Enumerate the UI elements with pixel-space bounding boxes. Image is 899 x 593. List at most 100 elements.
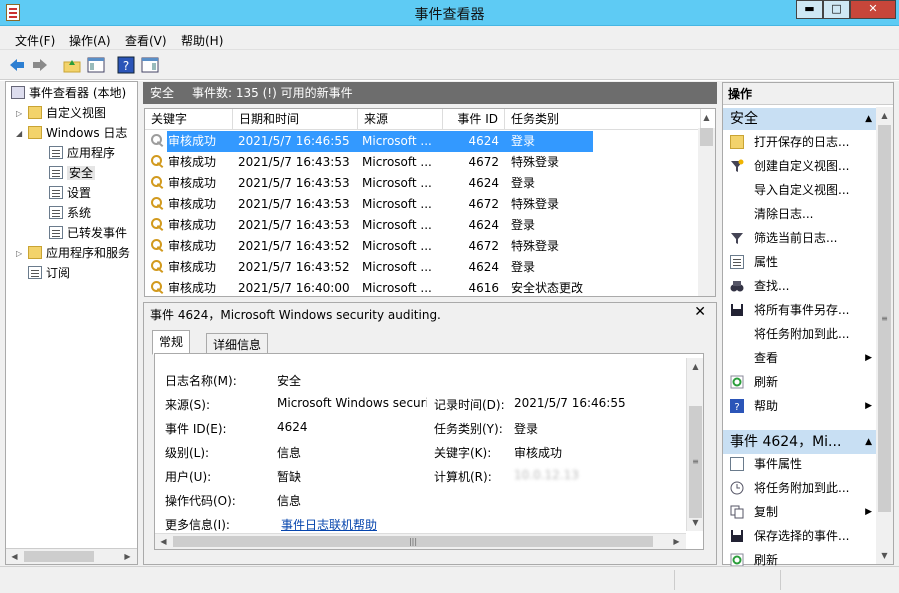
menu-action[interactable]: 操作(A): [69, 32, 111, 49]
collapse-arrow-icon[interactable]: ◢: [16, 129, 22, 138]
action-view[interactable]: 查看 ▶: [723, 346, 878, 370]
menu-file[interactable]: 文件(F): [15, 32, 55, 49]
scroll-thumb[interactable]: [700, 128, 713, 146]
folder-icon: [28, 246, 42, 259]
expand-arrow-icon[interactable]: ▷: [16, 249, 22, 258]
event-list-vertical-scrollbar[interactable]: ▲: [698, 113, 715, 296]
scroll-up-icon[interactable]: ▲: [877, 108, 892, 123]
tree-item-subscriptions[interactable]: 订阅: [28, 263, 70, 283]
action-help[interactable]: ? 帮助 ▶: [723, 394, 878, 418]
actions-section-event[interactable]: 事件 4624，Mi... ▲: [723, 430, 878, 454]
tree-horizontal-scrollbar[interactable]: ◀ ▶: [6, 548, 137, 564]
scroll-left-icon[interactable]: ◀: [156, 534, 171, 549]
table-row[interactable]: 审核成功 2021/5/7 16:43:52 Microsoft ... 462…: [145, 257, 701, 278]
tree-item-custom-views[interactable]: 自定义视图: [28, 103, 106, 123]
action-event-properties[interactable]: 事件属性: [723, 452, 878, 476]
action-open-saved-log[interactable]: 打开保存的日志...: [723, 130, 878, 154]
tab-general[interactable]: 常规: [152, 330, 191, 355]
tree-item-windows-logs[interactable]: Windows 日志: [28, 123, 127, 143]
row-task: 登录: [511, 176, 536, 190]
row-source: Microsoft ...: [362, 218, 432, 232]
column-header-event-id[interactable]: 事件 ID: [443, 109, 505, 130]
column-header-source[interactable]: 来源: [358, 109, 443, 130]
navigation-tree: 事件查看器 (本地) ▷ 自定义视图 ◢ Windows 日志 应用程序 安全 …: [5, 81, 138, 565]
column-header-keywords[interactable]: 关键字: [145, 109, 233, 130]
forward-arrow-icon[interactable]: [31, 56, 49, 74]
action-properties[interactable]: 属性: [723, 250, 878, 274]
actions-pane: 操作 安全 ▲ 打开保存的日志... 创建自定义视图... 导入自定义视图... …: [722, 82, 894, 567]
tree-item-apps-services[interactable]: 应用程序和服务: [28, 243, 130, 263]
show-hide-action-pane-icon[interactable]: [141, 56, 159, 74]
actions-section-security[interactable]: 安全 ▲: [723, 108, 878, 130]
scroll-thumb[interactable]: ≡: [878, 125, 891, 512]
scroll-up-icon[interactable]: ▲: [699, 110, 714, 125]
column-header-task-category[interactable]: 任务类别: [505, 109, 701, 130]
detail-close-icon[interactable]: ✕: [694, 304, 706, 320]
action-attach-task[interactable]: 将任务附加到此...: [723, 322, 878, 346]
menu-help[interactable]: 帮助(H): [181, 32, 223, 49]
event-properties-icon: [730, 457, 744, 471]
action-label: 复制: [754, 505, 779, 519]
table-row[interactable]: 审核成功 2021/5/7 16:43:53 Microsoft ... 467…: [145, 152, 701, 173]
scroll-right-icon[interactable]: ▶: [120, 549, 135, 564]
scroll-down-icon[interactable]: ▼: [688, 515, 703, 530]
maximize-button[interactable]: □: [823, 0, 850, 19]
expand-arrow-icon[interactable]: ▷: [16, 109, 22, 118]
action-clear-log[interactable]: 清除日志...: [723, 202, 878, 226]
scroll-thumb[interactable]: ≡: [689, 406, 702, 518]
help-icon[interactable]: ?: [117, 56, 135, 74]
action-import-custom-view[interactable]: 导入自定义视图...: [723, 178, 878, 202]
properties-horizontal-scrollbar[interactable]: ◀ ||| ▶: [155, 533, 686, 549]
audit-success-key-icon: [151, 194, 165, 215]
subscription-icon: [28, 266, 42, 279]
column-header-date[interactable]: 日期和时间: [233, 109, 358, 130]
row-date: 2021/5/7 16:43:52: [238, 260, 350, 274]
tree-item-forwarded-events[interactable]: 已转发事件: [49, 223, 127, 243]
up-folder-icon[interactable]: [63, 56, 81, 74]
scroll-down-icon[interactable]: ▼: [877, 548, 892, 563]
audit-success-key-icon: [151, 152, 165, 173]
tree-item-security[interactable]: 安全: [49, 163, 96, 183]
back-arrow-icon[interactable]: [8, 56, 26, 74]
actions-vertical-scrollbar[interactable]: ▲ ≡ ▼: [876, 107, 893, 564]
show-hide-tree-icon[interactable]: [87, 56, 105, 74]
keywords-value: 审核成功: [514, 446, 563, 460]
action-find[interactable]: 查找...: [723, 274, 878, 298]
source-value: Microsoft Windows security: [277, 396, 427, 410]
table-row[interactable]: 审核成功 2021/5/7 16:43:53 Microsoft ... 462…: [145, 215, 701, 236]
scroll-up-icon[interactable]: ▲: [688, 359, 703, 374]
collapse-up-icon[interactable]: ▲: [865, 108, 872, 130]
task-clock-icon: [730, 481, 744, 495]
action-save-selected-events[interactable]: 保存选择的事件...: [723, 524, 878, 548]
table-row[interactable]: 审核成功 2021/5/7 16:46:55 Microsoft ... 462…: [145, 131, 701, 152]
scroll-thumb[interactable]: |||: [173, 536, 653, 547]
action-attach-task-event[interactable]: 将任务附加到此...: [723, 476, 878, 500]
tree-item-root[interactable]: 事件查看器 (本地): [11, 83, 126, 103]
collapse-up-icon[interactable]: ▲: [865, 430, 872, 454]
action-filter-current-log[interactable]: 筛选当前日志...: [723, 226, 878, 250]
detail-title: 事件 4624，Microsoft Windows security audit…: [150, 308, 441, 322]
row-keyword: 审核成功: [168, 155, 217, 169]
action-refresh[interactable]: 刷新: [723, 370, 878, 394]
tree-item-setup[interactable]: 设置: [49, 183, 91, 203]
table-row[interactable]: 审核成功 2021/5/7 16:43:53 Microsoft ... 462…: [145, 173, 701, 194]
table-row[interactable]: 审核成功 2021/5/7 16:40:00 Microsoft ... 461…: [145, 278, 701, 296]
more-info-link[interactable]: 事件日志联机帮助: [281, 516, 377, 533]
scroll-right-icon[interactable]: ▶: [669, 534, 684, 549]
tab-details[interactable]: 详细信息: [206, 333, 269, 354]
tree-item-system[interactable]: 系统: [49, 203, 91, 223]
table-row[interactable]: 审核成功 2021/5/7 16:43:52 Microsoft ... 467…: [145, 236, 701, 257]
action-create-custom-view[interactable]: 创建自定义视图...: [723, 154, 878, 178]
close-button[interactable]: ✕: [850, 0, 896, 19]
tree-item-label: 安全: [67, 166, 96, 180]
scroll-thumb[interactable]: [24, 551, 94, 562]
menu-view[interactable]: 查看(V): [125, 32, 167, 49]
action-copy[interactable]: 复制 ▶: [723, 500, 878, 524]
action-save-all-events[interactable]: 将所有事件另存...: [723, 298, 878, 322]
table-row[interactable]: 审核成功 2021/5/7 16:43:53 Microsoft ... 467…: [145, 194, 701, 215]
tree-item-application[interactable]: 应用程序: [49, 143, 115, 163]
properties-vertical-scrollbar[interactable]: ▲ ≡ ▼: [686, 358, 703, 531]
minimize-button[interactable]: ▬: [796, 0, 823, 19]
log-icon: [49, 166, 63, 179]
scroll-left-icon[interactable]: ◀: [7, 549, 22, 564]
